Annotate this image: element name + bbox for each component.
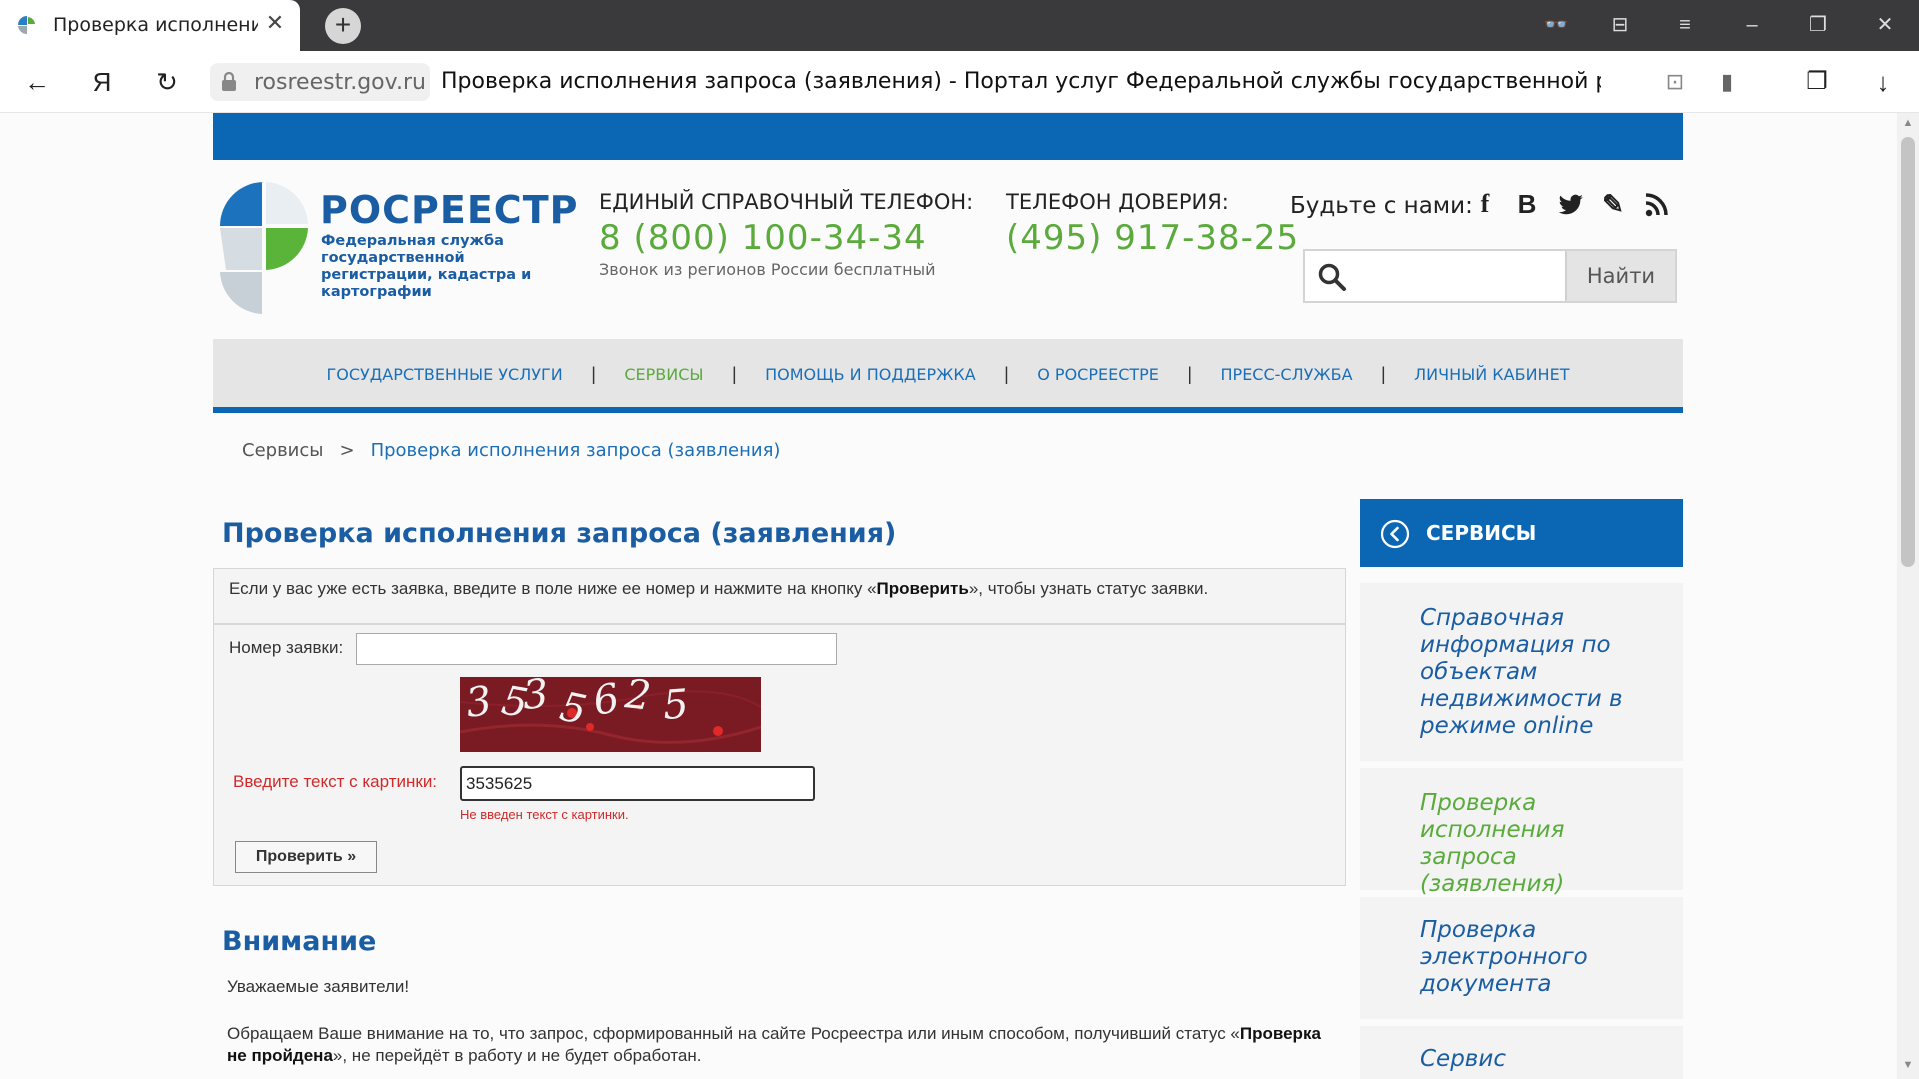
hotline-number[interactable]: 8 (800) 100-34-34 bbox=[599, 218, 973, 258]
scrollbar-thumb[interactable] bbox=[1901, 137, 1915, 567]
captcha-label: Введите текст с картинки: bbox=[233, 772, 438, 791]
hotline-label: ЕДИНЫЙ СПРАВОЧНЫЙ ТЕЛЕФОН: bbox=[599, 190, 974, 214]
main-navigation: ГОСУДАРСТВЕННЫЕ УСЛУГИ | СЕРВИСЫ | ПОМОЩ… bbox=[213, 339, 1683, 413]
nav-separator: | bbox=[1380, 364, 1386, 384]
hotline-note: Звонок из регионов России бесплатный bbox=[599, 260, 936, 279]
site-search: Найти bbox=[1303, 249, 1677, 303]
logo-subtitle: Федеральная служба государственной регис… bbox=[321, 233, 532, 300]
scroll-up-icon[interactable]: ▲ bbox=[1897, 117, 1919, 133]
back-icon[interactable]: ← bbox=[20, 65, 54, 99]
scroll-down-icon[interactable]: ▼ bbox=[1897, 1059, 1919, 1075]
sidebar-item-label[interactable]: Проверка исполнения запроса (заявления) bbox=[1420, 790, 1564, 897]
site-top-stripe bbox=[213, 113, 1683, 160]
minimize-icon[interactable]: – bbox=[1737, 10, 1767, 40]
download-icon[interactable]: ↓ bbox=[1866, 65, 1900, 99]
search-icon bbox=[1318, 263, 1346, 291]
notice-text-start: Обращаем Ваше внимание на то, что запрос… bbox=[227, 1024, 1240, 1043]
greeting-text: Уважаемые заявители! bbox=[227, 977, 410, 996]
trust-line-label: ТЕЛЕФОН ДОВЕРИЯ: bbox=[1006, 190, 1229, 214]
captcha-error: Не введен текст с картинки. bbox=[460, 807, 629, 822]
request-number-label: Номер заявки: bbox=[229, 638, 344, 657]
sidebar-header[interactable]: СЕРВИСЫ bbox=[1360, 499, 1683, 567]
nav-item-services[interactable]: СЕРВИСЫ bbox=[624, 365, 703, 384]
breadcrumb-current[interactable]: Проверка исполнения запроса (заявления) bbox=[371, 440, 781, 461]
sidebar-item-label[interactable]: Сервис bbox=[1420, 1046, 1506, 1072]
captcha-char: 5 bbox=[661, 681, 690, 729]
trust-line-number[interactable]: (495) 917-38-25 bbox=[1006, 218, 1299, 258]
nav-separator: | bbox=[731, 364, 737, 384]
trust-line-block: ТЕЛЕФОН ДОВЕРИЯ: (495) 917-38-25 bbox=[1006, 190, 1299, 258]
nav-separator: | bbox=[1187, 364, 1193, 384]
tab-close-icon[interactable]: ✕ bbox=[262, 10, 288, 36]
reader-mode-icon[interactable]: 👓 bbox=[1541, 10, 1571, 40]
notice-text-end: », не перейдёт в работу и не будет обраб… bbox=[332, 1046, 702, 1065]
sidebar-item-check-request[interactable]: Проверка исполнения запроса (заявления) bbox=[1360, 768, 1683, 897]
rosreestr-emblem-icon bbox=[220, 182, 308, 314]
captcha-input[interactable] bbox=[460, 766, 815, 801]
nav-item-help[interactable]: ПОМОЩЬ И ПОДДЕРЖКА bbox=[765, 365, 976, 384]
browser-tab-bar: Проверка исполнения запроса (заявления) … bbox=[0, 0, 1919, 51]
rss-icon[interactable] bbox=[1642, 188, 1672, 220]
reload-icon[interactable]: ↻ bbox=[150, 65, 184, 99]
social-label: Будьте с нами: bbox=[1290, 193, 1473, 219]
page-scrollbar[interactable]: ▲ ▼ bbox=[1897, 113, 1919, 1079]
request-number-input[interactable] bbox=[356, 633, 837, 665]
vk-icon[interactable]: B bbox=[1512, 188, 1542, 220]
form-body: Номер заявки: 3535625 Введите текст с ка… bbox=[214, 625, 1345, 885]
lock-icon bbox=[222, 72, 236, 91]
url-domain: rosreestr.gov.ru bbox=[254, 70, 426, 95]
nav-separator: | bbox=[591, 364, 596, 384]
rosreestr-favicon-icon bbox=[18, 16, 35, 35]
browser-menu-icon[interactable]: ≡ bbox=[1670, 10, 1700, 40]
captcha-char: 3 bbox=[521, 677, 550, 719]
nav-item-press[interactable]: ПРЕСС-СЛУЖБА bbox=[1221, 365, 1353, 384]
sidebar-item-label[interactable]: Проверка электронного документа bbox=[1420, 917, 1588, 997]
logo-name: РОСРЕЕСТР bbox=[320, 188, 579, 232]
breadcrumb-services[interactable]: Сервисы bbox=[242, 440, 323, 461]
livejournal-icon[interactable]: ✎ bbox=[1598, 188, 1628, 220]
nav-item-gov-services[interactable]: ГОСУДАРСТВЕННЫЕ УСЛУГИ bbox=[327, 365, 563, 384]
translate-icon[interactable]: ⊡ bbox=[1658, 65, 1692, 99]
check-request-form: Если у вас уже есть заявка, введите в по… bbox=[213, 568, 1346, 886]
nav-item-account[interactable]: ЛИЧНЫЙ КАБИНЕТ bbox=[1414, 365, 1569, 384]
form-intro-bold: Проверить bbox=[876, 579, 969, 598]
search-button[interactable]: Найти bbox=[1565, 251, 1675, 301]
chevron-left-circle-icon bbox=[1380, 519, 1410, 549]
check-button[interactable]: Проверить » bbox=[235, 841, 377, 873]
notice-text: Обращаем Ваше внимание на то, что запрос… bbox=[227, 1023, 1337, 1067]
address-bar: ← Я ↻ rosreestr.gov.ru Проверка исполнен… bbox=[0, 51, 1919, 113]
sidebar-item-check-document[interactable]: Проверка электронного документа bbox=[1360, 897, 1683, 1019]
sidebar-item-reference-info[interactable]: Справочная информация по объектам недвиж… bbox=[1360, 583, 1683, 761]
hotline-block: ЕДИНЫЙ СПРАВОЧНЫЙ ТЕЛЕФОН: 8 (800) 100-3… bbox=[599, 190, 973, 279]
page-title: Проверка исполнения запроса (заявления) bbox=[222, 518, 897, 549]
breadcrumb: Сервисы > Проверка исполнения запроса (зая… bbox=[242, 440, 780, 461]
collections-icon[interactable]: ❐ bbox=[1800, 65, 1834, 99]
sidebar-title: СЕРВИСЫ bbox=[1426, 521, 1537, 545]
sidebar-item-service[interactable]: Сервис bbox=[1360, 1026, 1683, 1079]
site-logo[interactable]: РОСРЕЕСТР Федеральная служба государстве… bbox=[218, 180, 577, 320]
facebook-icon[interactable]: f bbox=[1470, 188, 1500, 220]
form-intro-text: Если у вас уже есть заявка, введите в по… bbox=[229, 579, 877, 598]
url-domain-box[interactable]: rosreestr.gov.ru bbox=[210, 63, 430, 101]
restore-icon[interactable]: ❐ bbox=[1803, 10, 1833, 40]
yandex-icon[interactable]: Я bbox=[85, 65, 119, 99]
form-intro-text-end: », чтобы узнать статус заявки. bbox=[968, 579, 1209, 598]
form-instructions: Если у вас уже есть заявка, введите в по… bbox=[214, 569, 1345, 625]
attention-title: Внимание bbox=[222, 926, 377, 957]
captcha-image: 3 53 5 6 2 5 bbox=[460, 677, 761, 752]
nav-separator: | bbox=[1004, 364, 1009, 384]
bookmarks-panel-icon[interactable]: ⊟ bbox=[1605, 10, 1635, 40]
breadcrumb-separator: > bbox=[339, 440, 355, 461]
browser-tab[interactable]: Проверка исполнения запроса (заявления) … bbox=[0, 0, 300, 51]
sidebar-item-label[interactable]: Справочная информация по объектам недвиж… bbox=[1420, 605, 1623, 739]
window-close-icon[interactable]: ✕ bbox=[1870, 10, 1900, 40]
new-tab-icon[interactable]: + bbox=[325, 8, 361, 44]
url-page-title[interactable]: Проверка исполнения запроса (заявления) … bbox=[441, 69, 1601, 94]
tab-title: Проверка исполнения запроса (заявления) bbox=[53, 14, 258, 36]
twitter-icon[interactable] bbox=[1556, 188, 1586, 220]
bookmark-icon[interactable]: ▮ bbox=[1710, 65, 1744, 99]
nav-item-about[interactable]: О РОСРЕЕСТРЕ bbox=[1037, 365, 1159, 384]
captcha-char: 2 bbox=[622, 677, 653, 720]
